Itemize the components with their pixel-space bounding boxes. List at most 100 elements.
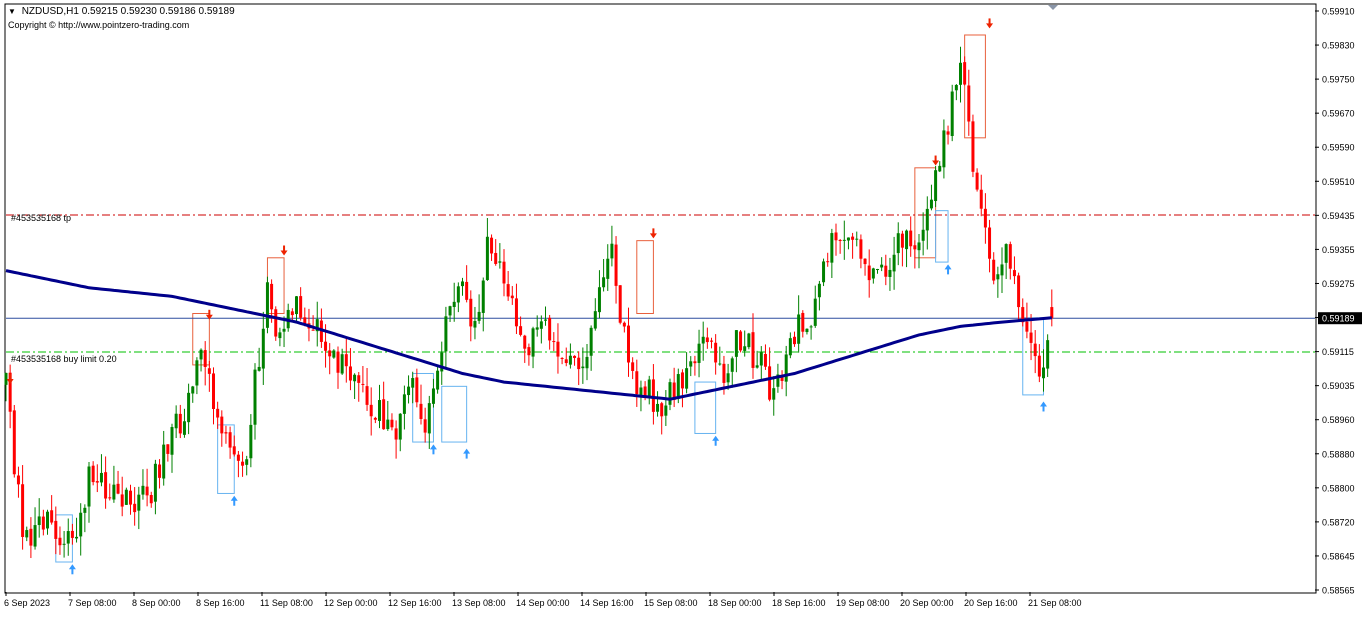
candle-body <box>336 351 340 373</box>
candle-body <box>1004 244 1008 263</box>
candle-body <box>290 311 294 316</box>
candle-body <box>647 379 651 399</box>
candle-body <box>593 311 597 329</box>
candle-body <box>444 316 448 352</box>
candle-body <box>365 386 369 405</box>
candle-body <box>726 373 730 383</box>
x-tick-label: 14 Sep 00:00 <box>516 598 570 608</box>
candle-body <box>485 236 489 281</box>
candle-body <box>921 229 925 241</box>
candle-body <box>216 408 220 418</box>
chart-title: NZDUSD,H1 0.59215 0.59230 0.59186 0.5918… <box>21 6 235 17</box>
candle-body <box>461 281 464 287</box>
candle-body <box>979 189 983 209</box>
candle-body <box>402 394 406 414</box>
candle-body <box>909 230 913 247</box>
candle-body <box>581 366 585 369</box>
x-tick-label: 20 Sep 16:00 <box>964 598 1018 608</box>
y-tick-label: 0.59275 <box>1322 279 1355 289</box>
candle-body <box>768 366 772 400</box>
candle-body <box>145 486 149 496</box>
candle-body <box>834 232 838 241</box>
x-tick-label: 18 Sep 00:00 <box>708 598 762 608</box>
candle-body <box>602 277 606 288</box>
candle-body <box>730 358 734 372</box>
candle-body <box>946 131 950 135</box>
candle-body <box>25 530 29 538</box>
candle-body <box>577 357 581 370</box>
candle-body <box>589 327 593 356</box>
candle-body <box>892 254 896 272</box>
candle-body <box>992 259 996 281</box>
candle-body <box>954 84 958 91</box>
candle-body <box>232 446 236 455</box>
candle-body <box>95 481 99 483</box>
candle-body <box>876 269 879 271</box>
candle-body <box>257 366 261 371</box>
x-tick-label: 19 Sep 08:00 <box>836 598 890 608</box>
candle-body <box>394 428 398 440</box>
price-chart[interactable]: 0.59910 0.59830 0.59750 0.59670 0.59590 0.595… <box>0 0 1365 617</box>
candle-body <box>99 472 103 483</box>
candle-body <box>245 459 249 465</box>
chart-menu-icon[interactable]: ▼ <box>8 7 16 16</box>
candle-body <box>759 352 763 366</box>
candle-body <box>41 516 45 530</box>
candle-body <box>46 511 49 529</box>
x-tick-label: 21 Sep 08:00 <box>1028 598 1082 608</box>
candle-body <box>830 233 834 263</box>
candle-body <box>772 388 776 400</box>
candle-body <box>1017 275 1021 308</box>
candle-body <box>697 343 701 363</box>
x-tick-label: 13 Sep 08:00 <box>452 598 506 608</box>
candle-body <box>871 268 875 279</box>
candle-body <box>705 337 709 343</box>
candle-body <box>241 461 245 466</box>
y-tick-label: 0.58880 <box>1322 449 1355 459</box>
candle-body <box>4 372 8 385</box>
plot-area <box>4 3 1317 594</box>
candle-body <box>884 265 888 277</box>
candle-body <box>527 347 531 356</box>
candle-body <box>822 261 826 283</box>
candle-body <box>75 536 79 539</box>
candle-body <box>888 269 892 277</box>
candle-body <box>228 432 232 448</box>
candle-body <box>282 328 286 332</box>
candle-body <box>639 387 643 396</box>
candle-body <box>153 463 157 502</box>
candle-body <box>544 319 547 321</box>
x-tick-label: 11 Sep 08:00 <box>260 598 313 608</box>
candle-body <box>83 507 87 513</box>
candle-body <box>556 341 560 357</box>
y-tick-label: 0.59510 <box>1322 177 1355 187</box>
candle-body <box>469 298 473 327</box>
candle-body <box>983 208 987 228</box>
candle-body <box>959 62 962 85</box>
chart-window[interactable]: 0.59910 0.59830 0.59750 0.59670 0.59590 0.595… <box>0 0 1365 617</box>
candle-body <box>158 464 162 478</box>
candle-body <box>622 322 626 327</box>
candle-body <box>311 329 315 331</box>
candle-body <box>382 399 386 430</box>
candle-body <box>270 283 274 310</box>
candle-body <box>568 355 572 365</box>
candle-body <box>714 342 718 363</box>
candle-body <box>390 419 394 428</box>
y-tick-label: 0.59670 <box>1322 109 1355 119</box>
candle-body <box>1029 332 1033 343</box>
candle-body <box>535 327 539 330</box>
candle-body <box>373 417 377 420</box>
candle-body <box>693 361 697 364</box>
candle-body <box>917 242 921 251</box>
candle-body <box>419 403 423 419</box>
copyright-text: Copyright © http://www.pointzero-trading… <box>8 20 190 30</box>
candle-body <box>21 484 25 537</box>
candle-body <box>635 371 639 395</box>
time-axis: 6 Sep 2023 7 Sep 08:00 8 Sep 00:00 8 Sep 16… <box>4 592 1082 608</box>
candle-body <box>490 237 494 254</box>
candle-body <box>971 121 975 172</box>
candle-body <box>299 296 303 318</box>
candle-body <box>747 333 751 348</box>
candle-body <box>29 528 33 546</box>
